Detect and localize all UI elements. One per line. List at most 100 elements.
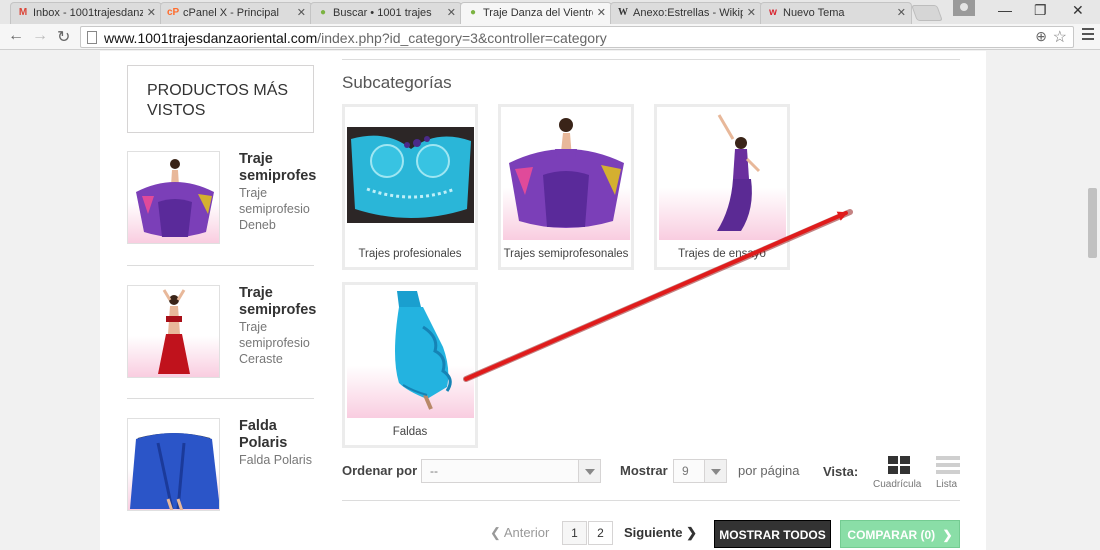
tab-traje-danza[interactable]: ● Traje Danza del Vientre ✕ xyxy=(460,2,612,24)
viewed-product-item[interactable]: Falda Polaris Falda Polaris xyxy=(127,418,317,518)
product-desc: Traje xyxy=(239,186,268,200)
subcategory-image[interactable] xyxy=(347,287,474,418)
page-1-button[interactable]: 1 xyxy=(562,521,587,545)
sidebar-title: PRODUCTOS MÁS VISTOS xyxy=(147,82,289,119)
product-desc: Ceraste xyxy=(239,352,283,366)
viewed-products-header: PRODUCTOS MÁS VISTOS xyxy=(127,65,314,133)
close-icon[interactable]: ✕ xyxy=(147,6,156,19)
zoom-icon[interactable]: ⊕ xyxy=(1035,28,1047,45)
subcategory-label[interactable]: Trajes semiprofesonales xyxy=(501,247,631,261)
tab-nuevo-tema[interactable]: w Nuevo Tema ✕ xyxy=(760,2,912,24)
cpanel-icon: cP xyxy=(167,7,180,18)
viewed-product-item[interactable]: Traje semiprofes Traje semiprofesio Dene… xyxy=(127,151,317,251)
forum-icon: w xyxy=(769,7,777,18)
scrollbar-thumb[interactable] xyxy=(1088,188,1097,258)
product-desc: Deneb xyxy=(239,218,276,232)
product-thumbnail[interactable] xyxy=(127,151,220,244)
prestashop-icon: ● xyxy=(469,7,477,18)
chevron-left-icon: ❮ xyxy=(490,525,501,540)
sort-select[interactable]: -- xyxy=(421,459,601,483)
list-view-icon[interactable] xyxy=(936,456,960,474)
subcategory-card[interactable]: Trajes profesionales xyxy=(342,104,478,270)
page-icon xyxy=(87,31,97,44)
tab-label: Traje Danza del Vientre xyxy=(483,7,593,19)
tab-label: cPanel X - Principal xyxy=(183,7,279,19)
viewed-product-item[interactable]: Traje semiprofes Traje semiprofesio Cera… xyxy=(127,285,317,385)
tab-label: Inbox - 1001trajesdanz xyxy=(33,7,143,19)
product-name[interactable]: Falda Polaris xyxy=(239,418,317,452)
tab-strip: M Inbox - 1001trajesdanz ✕ cP cPanel X -… xyxy=(0,0,1100,24)
product-desc: Falda Polaris xyxy=(239,453,312,467)
list-view-label[interactable]: Lista xyxy=(936,479,957,490)
product-desc: semiprofesio xyxy=(239,336,310,350)
divider xyxy=(342,59,960,60)
product-name[interactable]: Traje semiprofes xyxy=(239,285,317,319)
subcategory-card[interactable]: Faldas xyxy=(342,282,478,448)
sort-select-value: -- xyxy=(430,464,438,478)
close-icon[interactable]: ✕ xyxy=(297,6,306,19)
minimize-icon[interactable]: — xyxy=(998,2,1012,18)
divider xyxy=(342,500,960,501)
close-icon[interactable]: ✕ xyxy=(597,6,606,19)
product-thumbnail[interactable] xyxy=(127,418,220,511)
compare-button[interactable]: COMPARAR (0) ❯ xyxy=(840,520,960,548)
restore-icon[interactable]: ❐ xyxy=(1034,2,1047,19)
pagination-prev[interactable]: ❮ Anterior xyxy=(490,525,549,541)
close-window-icon[interactable]: ✕ xyxy=(1072,2,1084,19)
bookmark-star-icon[interactable]: ☆ xyxy=(1053,27,1067,47)
subcategory-image[interactable] xyxy=(347,109,474,240)
browser-toolbar: ← → ↻ www.1001trajesdanzaoriental.com/in… xyxy=(0,24,1100,50)
grid-view-label[interactable]: Cuadrícula xyxy=(873,479,921,490)
sort-label: Ordenar por xyxy=(342,463,418,478)
close-icon[interactable]: ✕ xyxy=(447,6,456,19)
subcategory-image[interactable] xyxy=(659,109,786,240)
per-page-value: 9 xyxy=(682,464,689,478)
pagination-next[interactable]: Siguiente ❯ xyxy=(624,525,697,541)
wikipedia-icon: W xyxy=(618,7,628,18)
product-desc: Traje xyxy=(239,320,268,334)
tab-cpanel[interactable]: cP cPanel X - Principal ✕ xyxy=(160,2,312,24)
subcategory-card[interactable]: Trajes de ensayo xyxy=(654,104,790,270)
subcategory-image[interactable] xyxy=(503,109,630,240)
subcategory-label[interactable]: Faldas xyxy=(345,425,475,439)
divider xyxy=(127,265,314,266)
divider xyxy=(127,398,314,399)
subcategory-label[interactable]: Trajes profesionales xyxy=(345,247,475,261)
chevron-right-icon: ❯ xyxy=(942,528,953,542)
product-thumbnail[interactable] xyxy=(127,285,220,378)
subcategory-card[interactable]: Trajes semiprofesonales xyxy=(498,104,634,270)
subcategory-label[interactable]: Trajes de ensayo xyxy=(657,247,787,261)
subcategories-title: Subcategorías xyxy=(342,73,452,92)
grid-view-icon[interactable] xyxy=(888,456,910,474)
gmail-icon: M xyxy=(18,7,28,18)
tab-label: Anexo:Estrellas - Wikip xyxy=(633,7,743,19)
per-page-select[interactable]: 9 xyxy=(673,459,727,483)
close-icon[interactable]: ✕ xyxy=(897,6,906,19)
chevron-down-icon xyxy=(704,460,726,482)
product-name[interactable]: Traje semiprofes xyxy=(239,151,317,185)
page-2-button[interactable]: 2 xyxy=(588,521,613,545)
chevron-right-icon: ❯ xyxy=(686,525,698,540)
address-bar[interactable]: www.1001trajesdanzaoriental.com/index.ph… xyxy=(80,26,1074,48)
tab-label: Buscar • 1001 trajes xyxy=(333,7,432,19)
page-content: PRODUCTOS MÁS VISTOS Traje semiprofes Tr… xyxy=(100,51,986,550)
menu-icon[interactable] xyxy=(1082,28,1094,40)
tab-wikipedia[interactable]: W Anexo:Estrellas - Wikip ✕ xyxy=(610,2,762,24)
view-label: Vista: xyxy=(823,464,859,479)
forward-icon[interactable]: → xyxy=(32,27,48,45)
close-icon[interactable]: ✕ xyxy=(747,6,756,19)
show-label: Mostrar xyxy=(620,463,668,478)
back-icon[interactable]: ← xyxy=(8,27,24,45)
per-page-label: por página xyxy=(738,463,800,478)
product-desc: semiprofesio xyxy=(239,202,310,216)
chevron-down-icon xyxy=(578,460,600,482)
tab-label: Nuevo Tema xyxy=(783,7,845,19)
page-scrollbar[interactable] xyxy=(1085,51,1100,550)
url-text[interactable]: www.1001trajesdanzaoriental.com/index.ph… xyxy=(104,30,607,46)
reload-icon[interactable]: ↻ xyxy=(57,27,70,47)
tab-buscar[interactable]: ● Buscar • 1001 trajes ✕ xyxy=(310,2,462,24)
user-profile-icon[interactable] xyxy=(953,0,975,16)
show-all-button[interactable]: MOSTRAR TODOS xyxy=(714,520,831,548)
tab-inbox[interactable]: M Inbox - 1001trajesdanz ✕ xyxy=(10,2,162,24)
new-tab-button[interactable] xyxy=(911,5,943,21)
